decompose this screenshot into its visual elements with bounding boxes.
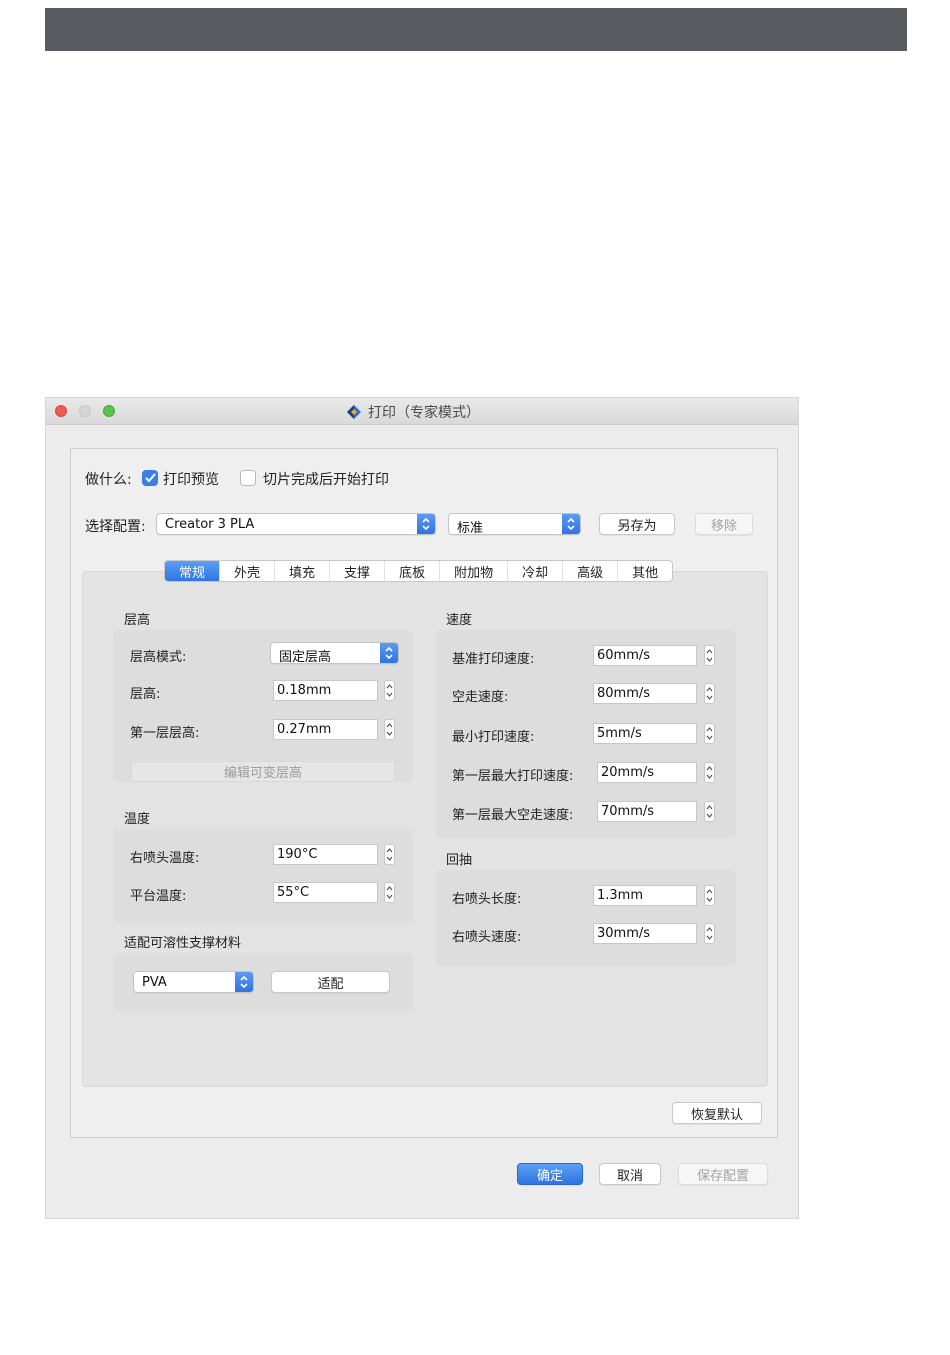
retraction-speed-input[interactable]: 30mm/s (593, 923, 697, 944)
temperature-section-title: 温度 (124, 812, 151, 827)
stepper-arrows-icon (386, 848, 393, 861)
min-print-speed-stepper[interactable] (704, 723, 715, 744)
soluble-support-section-title: 适配可溶性支撑材料 (124, 936, 242, 951)
app-logo-icon (347, 405, 361, 419)
zoom-window-button[interactable] (103, 405, 115, 417)
restore-default-button[interactable]: 恢复默认 (672, 1102, 762, 1124)
quality-select[interactable]: 标准 (448, 513, 581, 536)
base-print-speed-label: 基准打印速度: (452, 652, 535, 667)
support-material-select[interactable]: PVA (133, 971, 254, 993)
stepper-arrows-icon (706, 889, 713, 902)
speed-section-title: 速度 (446, 613, 473, 628)
first-layer-max-travel-speed-input[interactable]: 70mm/s (597, 801, 697, 822)
settings-tab-bar: 常规 外壳 填充 支撑 底板 附加物 冷却 高级 其他 (164, 560, 674, 582)
what-label: 做什么: (85, 472, 132, 488)
layer-height-label: 层高: (130, 687, 161, 702)
platform-temp-label: 平台温度: (130, 889, 187, 904)
profile-select[interactable]: Creator 3 PLA (156, 513, 436, 535)
stepper-arrows-icon (706, 727, 713, 740)
retraction-speed-stepper[interactable] (704, 923, 715, 944)
save-as-button[interactable]: 另存为 (599, 513, 675, 535)
layer-height-input[interactable]: 0.18mm (273, 680, 378, 701)
tab-content-panel: 层高 层高模式: 固定层高 层高: 0.18mm 第一层层高: 0.27mm 编… (82, 571, 768, 1087)
stepper-arrows-icon (706, 805, 713, 818)
select-config-label: 选择配置: (85, 519, 146, 535)
window-title-group: 打印（专家模式） (346, 402, 480, 422)
retraction-length-label: 右喷头长度: (452, 892, 522, 907)
save-config-button[interactable]: 保存配置 (678, 1163, 768, 1185)
title-bar: 打印（专家模式） (46, 398, 798, 425)
stepper-arrows-icon (386, 886, 393, 899)
stepper-arrows-icon (706, 766, 713, 779)
layer-height-section-title: 层高 (124, 613, 151, 628)
stepper-arrows-icon (706, 927, 713, 940)
print-preview-label: 打印预览 (163, 472, 219, 488)
layer-mode-select[interactable]: 固定层高 (270, 642, 399, 665)
retraction-speed-label: 右喷头速度: (452, 930, 522, 945)
travel-speed-stepper[interactable] (704, 683, 715, 704)
print-after-slice-checkbox[interactable] (240, 470, 256, 486)
print-after-slice-label: 切片完成后开始打印 (263, 472, 389, 488)
profile-select-value: Creator 3 PLA (165, 517, 255, 532)
first-layer-height-label: 第一层层高: (130, 726, 200, 741)
close-window-button[interactable] (55, 405, 67, 417)
right-nozzle-temp-label: 右喷头温度: (130, 851, 200, 866)
first-layer-max-travel-speed-label: 第一层最大空走速度: (452, 808, 574, 823)
travel-speed-label: 空走速度: (452, 690, 509, 705)
stepper-arrows-icon (386, 684, 393, 697)
layer-mode-value: 固定层高 (279, 650, 332, 665)
tab-support[interactable]: 支撑 (330, 561, 386, 581)
chevron-updown-icon (417, 514, 435, 534)
retraction-length-stepper[interactable] (704, 885, 715, 906)
layer-mode-label: 层高模式: (130, 650, 187, 665)
platform-temp-input[interactable]: 55°C (273, 882, 378, 903)
settings-panel: 做什么: 打印预览 切片完成后开始打印 选择配置: Creator 3 PLA … (70, 448, 778, 1138)
stepper-arrows-icon (706, 649, 713, 662)
support-material-value: PVA (142, 975, 167, 990)
base-print-speed-stepper[interactable] (704, 645, 715, 666)
first-layer-height-input[interactable]: 0.27mm (273, 719, 378, 740)
checkmark-icon (144, 473, 156, 483)
apply-support-button[interactable]: 适配 (271, 971, 390, 993)
minimize-window-button[interactable] (79, 405, 91, 417)
first-layer-max-print-speed-label: 第一层最大打印速度: (452, 769, 574, 784)
first-layer-height-stepper[interactable] (384, 719, 395, 740)
min-print-speed-input[interactable]: 5mm/s (593, 723, 697, 744)
quality-select-value: 标准 (457, 521, 484, 536)
tab-additions[interactable]: 附加物 (440, 561, 509, 581)
cancel-button[interactable]: 取消 (599, 1163, 661, 1185)
travel-speed-input[interactable]: 80mm/s (593, 683, 697, 704)
first-layer-max-travel-speed-stepper[interactable] (704, 801, 715, 822)
window-title: 打印（专家模式） (368, 405, 480, 421)
first-layer-max-print-speed-stepper[interactable] (704, 762, 715, 783)
chevron-updown-icon (562, 514, 580, 534)
edit-variable-layer-height-button[interactable]: 编辑可变层高 (131, 761, 395, 782)
ok-button[interactable]: 确定 (517, 1163, 583, 1185)
remove-button[interactable]: 移除 (695, 513, 753, 535)
tab-other[interactable]: 其他 (618, 561, 672, 581)
right-nozzle-temp-stepper[interactable] (384, 844, 395, 865)
retraction-length-input[interactable]: 1.3mm (593, 885, 697, 906)
right-nozzle-temp-input[interactable]: 190°C (273, 844, 378, 865)
tab-infill[interactable]: 填充 (275, 561, 331, 581)
print-preview-checkbox[interactable] (142, 470, 158, 486)
chevron-updown-icon (235, 972, 253, 992)
retraction-section-title: 回抽 (446, 853, 473, 868)
first-layer-max-print-speed-input[interactable]: 20mm/s (597, 762, 697, 783)
print-expert-dialog: 打印（专家模式） 做什么: 打印预览 切片完成后开始打印 选择配置: Creat… (45, 397, 799, 1219)
chevron-updown-icon (380, 643, 398, 663)
layer-height-stepper[interactable] (384, 680, 395, 701)
min-print-speed-label: 最小打印速度: (452, 730, 535, 745)
tab-cooling[interactable]: 冷却 (508, 561, 564, 581)
tab-general[interactable]: 常规 (165, 561, 221, 581)
stepper-arrows-icon (386, 723, 393, 736)
base-print-speed-input[interactable]: 60mm/s (593, 645, 697, 666)
platform-temp-stepper[interactable] (384, 882, 395, 903)
tab-shell[interactable]: 外壳 (220, 561, 276, 581)
stepper-arrows-icon (706, 687, 713, 700)
tab-advanced[interactable]: 高级 (563, 561, 619, 581)
header-bar (45, 8, 907, 51)
tab-raft[interactable]: 底板 (385, 561, 441, 581)
